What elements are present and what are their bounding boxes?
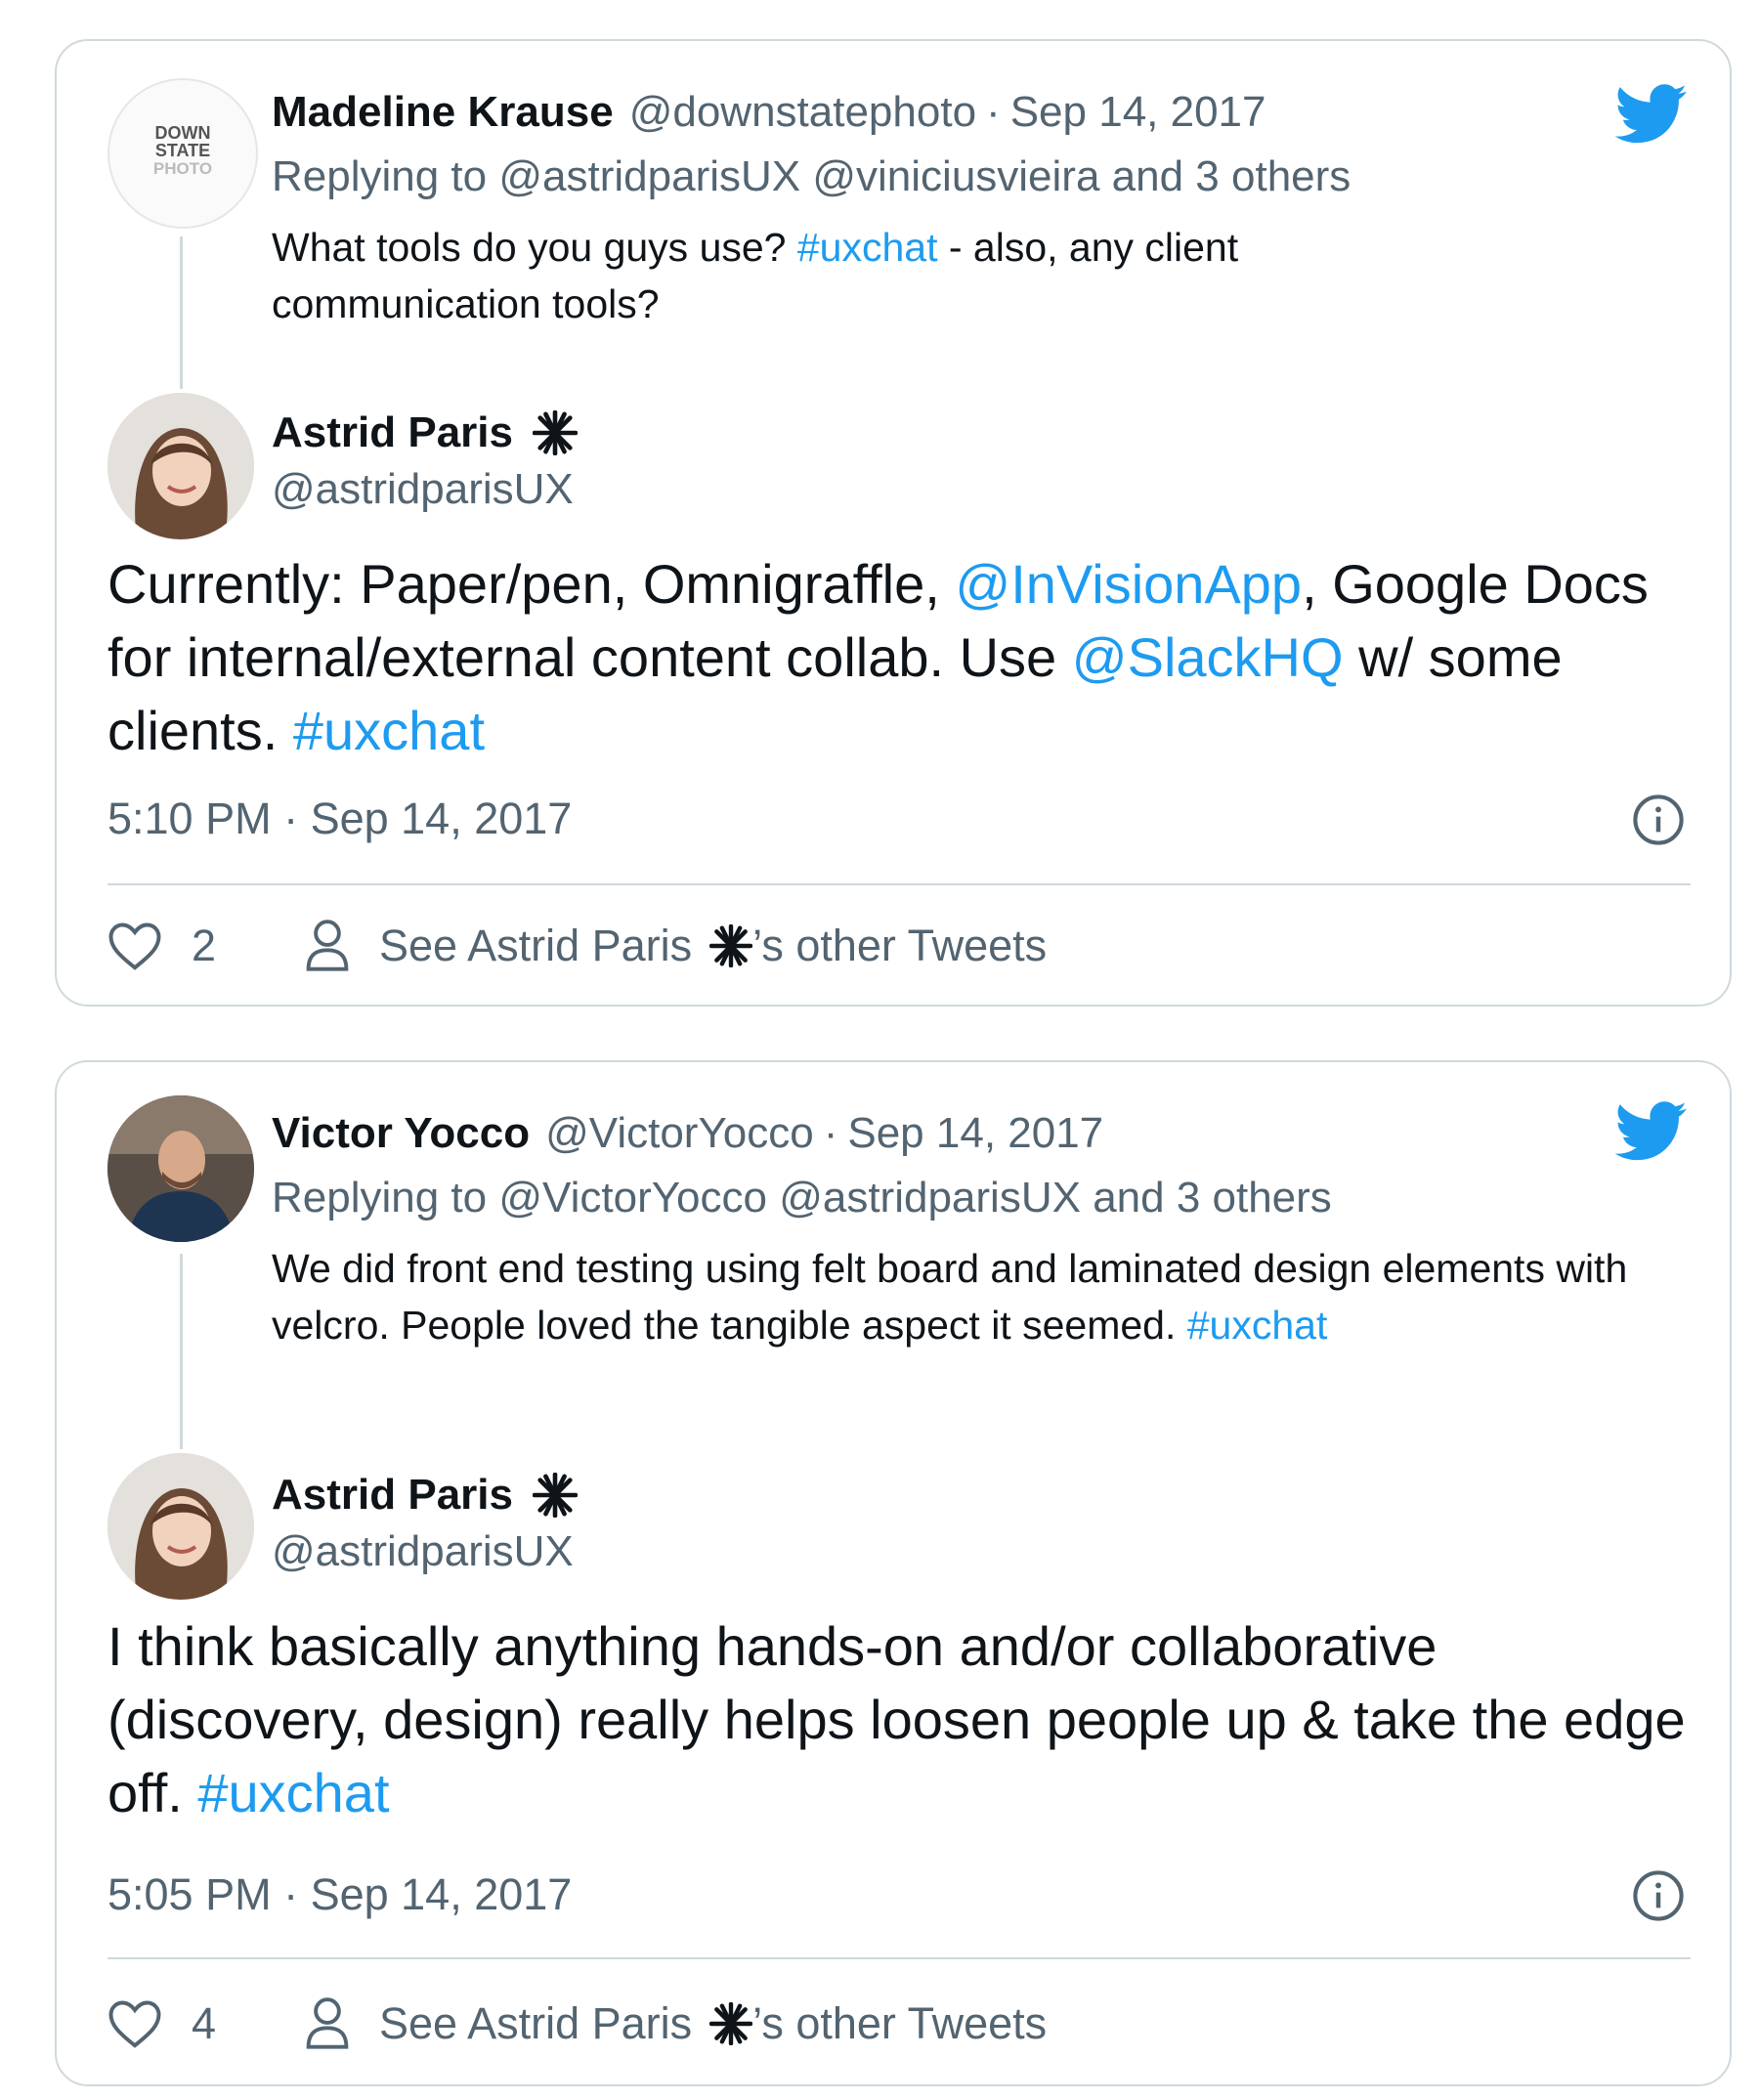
thread-connector-line xyxy=(180,1254,183,1449)
author-name[interactable]: Astrid Paris xyxy=(272,1471,513,1520)
downstate-photo-logo: DOWN STATE PHOTO xyxy=(153,123,212,178)
author-handle[interactable]: @astridparisUX xyxy=(272,465,574,514)
author-avatar[interactable] xyxy=(107,393,254,539)
quoted-date[interactable]: Sep 14, 2017 xyxy=(847,1109,1103,1158)
like-action[interactable]: 4 xyxy=(107,1998,216,2049)
svg-text:STATE: STATE xyxy=(155,141,210,160)
quoted-text-part: What tools do you guys use? xyxy=(272,225,797,270)
see-other-prefix: See Astrid Paris xyxy=(379,1998,693,2048)
author-name[interactable]: Astrid Paris xyxy=(272,408,513,457)
see-other-prefix: See Astrid Paris xyxy=(379,921,693,970)
tweet-card-2[interactable]: Victor Yocco @VictorYocco · Sep 14, 2017… xyxy=(55,1060,1732,2086)
see-other-tweets-link[interactable]: See Astrid Paris ’s other Tweets xyxy=(303,919,1047,973)
avatar-photo xyxy=(107,1453,254,1600)
sparkle-badge-icon xyxy=(709,924,753,967)
quoted-tweet-header: Victor Yocco @VictorYocco · Sep 14, 2017 xyxy=(272,1109,1103,1158)
see-other-suffix: ’s other Tweets xyxy=(752,921,1048,970)
sparkle-badge-icon xyxy=(532,1473,578,1518)
replying-label: Replying to xyxy=(272,152,488,200)
sparkle-badge-icon xyxy=(709,2002,753,2045)
meta-separator: · xyxy=(823,1109,838,1157)
hashtag-link[interactable]: #uxchat xyxy=(797,225,938,270)
quoted-author-name[interactable]: Victor Yocco xyxy=(272,1109,530,1158)
person-icon xyxy=(306,920,349,971)
quoted-author-name[interactable]: Madeline Krause xyxy=(272,88,614,137)
twitter-bird-icon[interactable] xyxy=(1614,84,1689,145)
replying-others[interactable]: and 3 others xyxy=(1093,1174,1332,1221)
tweet-text: Currently: Paper/pen, Omnigraffle, @InVi… xyxy=(107,547,1710,767)
twitter-bird-icon[interactable] xyxy=(1614,1101,1689,1162)
replying-to-line: Replying to @astridparisUX @viniciusviei… xyxy=(272,152,1351,201)
author-name-row: Astrid Paris xyxy=(272,1471,578,1520)
author-name-row: Astrid Paris xyxy=(272,408,578,457)
hashtag-link[interactable]: #uxchat xyxy=(293,700,485,761)
heart-icon[interactable] xyxy=(107,1998,162,2049)
hashtag-link[interactable]: #uxchat xyxy=(197,1762,389,1823)
svg-text:PHOTO: PHOTO xyxy=(153,159,212,178)
thread-connector-line xyxy=(180,236,183,389)
avatar-photo xyxy=(107,393,254,539)
replying-label: Replying to xyxy=(272,1174,488,1221)
quoted-author-avatar[interactable] xyxy=(107,1095,254,1242)
quoted-author-handle[interactable]: @downstatephoto xyxy=(629,88,976,137)
heart-icon[interactable] xyxy=(107,921,162,971)
replying-others[interactable]: and 3 others xyxy=(1112,152,1351,200)
author-avatar[interactable] xyxy=(107,1453,254,1600)
like-count: 2 xyxy=(192,921,217,970)
quoted-author-handle[interactable]: @VictorYocco xyxy=(545,1109,814,1158)
sparkle-badge-icon xyxy=(532,410,578,455)
replying-to-handles[interactable]: @VictorYocco @astridparisUX xyxy=(498,1174,1081,1221)
tweet-timestamp[interactable]: 5:05 PM · Sep 14, 2017 xyxy=(107,1869,572,1920)
info-icon[interactable] xyxy=(1632,793,1685,846)
mention-link[interactable]: @SlackHQ xyxy=(1072,626,1344,688)
replying-to-handles[interactable]: @astridparisUX @viniciusvieira xyxy=(498,152,1099,200)
author-handle[interactable]: @astridparisUX xyxy=(272,1527,574,1576)
like-count: 4 xyxy=(192,1998,217,2048)
tweet-text-part: Currently: Paper/pen, Omnigraffle, xyxy=(107,553,956,615)
quoted-tweet-header: Madeline Krause @downstatephoto · Sep 14… xyxy=(272,88,1266,137)
see-other-tweets-link[interactable]: See Astrid Paris ’s other Tweets xyxy=(303,1996,1047,2051)
see-other-suffix: ’s other Tweets xyxy=(752,1998,1048,2048)
avatar-photo xyxy=(107,1095,254,1242)
mention-link[interactable]: @InVisionApp xyxy=(955,553,1302,615)
tweet-text: I think basically anything hands-on and/… xyxy=(107,1609,1710,1829)
quoted-text-part: We did front end testing using felt boar… xyxy=(272,1246,1628,1348)
like-action[interactable]: 2 xyxy=(107,921,216,971)
hashtag-link[interactable]: #uxchat xyxy=(1187,1303,1328,1348)
info-icon[interactable] xyxy=(1632,1869,1685,1922)
quoted-tweet-text: What tools do you guys use? #uxchat - al… xyxy=(272,219,1464,332)
meta-separator: · xyxy=(986,88,1001,136)
quoted-tweet-text: We did front end testing using felt boar… xyxy=(272,1240,1679,1353)
divider xyxy=(107,883,1691,885)
tweet-timestamp[interactable]: 5:10 PM · Sep 14, 2017 xyxy=(107,793,572,844)
person-icon xyxy=(306,1997,349,2049)
replying-to-line: Replying to @VictorYocco @astridparisUX … xyxy=(272,1174,1332,1222)
divider xyxy=(107,1957,1691,1959)
quoted-date[interactable]: Sep 14, 2017 xyxy=(1010,88,1266,137)
svg-text:DOWN: DOWN xyxy=(155,123,211,143)
quoted-author-avatar[interactable]: DOWN STATE PHOTO xyxy=(107,78,258,229)
tweet-card-1[interactable]: DOWN STATE PHOTO Madeline Krause @downst… xyxy=(55,39,1732,1007)
